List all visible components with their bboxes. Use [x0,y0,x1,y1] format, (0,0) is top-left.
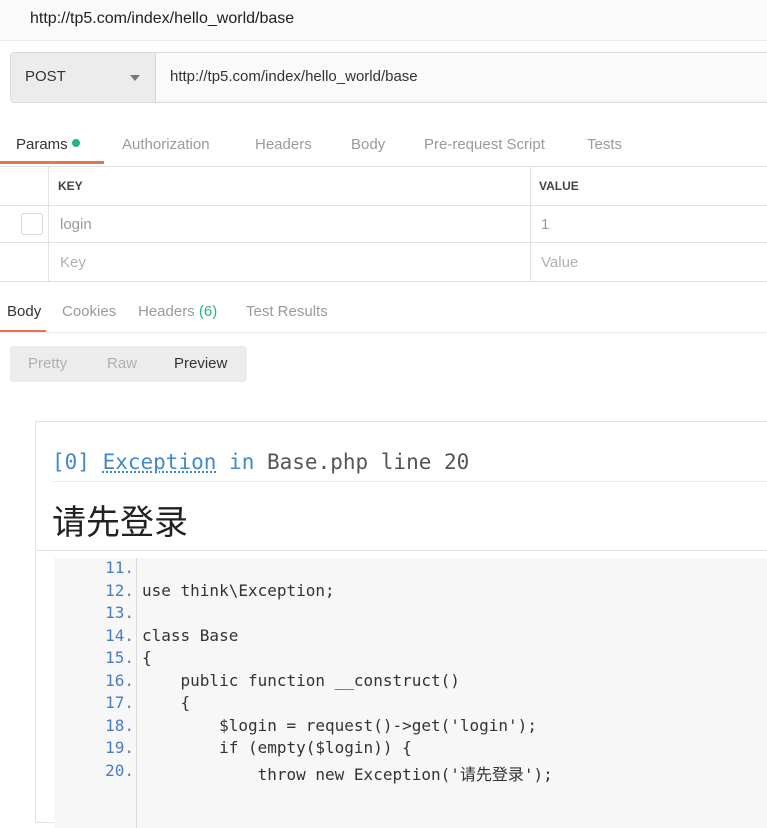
tab-response-body[interactable]: Body [7,303,41,320]
tab-headers[interactable]: Headers [255,136,312,153]
line-number: 17. [105,693,134,712]
code-line: { [142,648,152,667]
code-line: if (empty($login)) { [142,738,412,757]
column-header-value: VALUE [539,179,579,193]
exception-index: [0] [52,450,90,474]
source-code-block: 11. 12. 13. 14. 15. 16. 17. 18. 19. 20. … [54,558,767,828]
tab-title-bar: http://tp5.com/index/hello_world/base [0,0,767,41]
method-select[interactable]: POST [11,53,156,102]
tab-cookies[interactable]: Cookies [62,303,116,320]
divider [0,332,767,333]
exception-heading: [0] Exception in Base.php line 20 [52,450,469,474]
new-key-input[interactable]: Key [60,254,86,271]
exception-message: 请先登录 [52,504,188,542]
line-number: 11. [105,558,134,577]
headers-count-badge: (6) [198,303,218,320]
code-line: throw new Exception('请先登录'); [142,765,553,784]
line-number: 12. [105,581,134,600]
line-number: 20. [105,761,134,780]
line-number: 16. [105,671,134,690]
divider [48,166,49,281]
code-line: class Base [142,626,239,645]
param-value-field[interactable]: 1 [541,216,549,233]
divider [52,481,767,482]
exception-panel: [0] Exception in Base.php line 20 请先登录 1… [35,421,767,828]
request-bar: POST [10,52,767,103]
tab-test-results[interactable]: Test Results [246,303,328,320]
tab-params[interactable]: Params [16,136,80,153]
divider [0,166,767,167]
status-dot-icon [71,139,80,147]
line-number: 14. [105,626,134,645]
method-label: POST [25,68,66,85]
code-line: public function __construct() [142,671,460,690]
line-number: 13. [105,603,134,622]
url-input[interactable] [156,53,767,100]
tab-authorization[interactable]: Authorization [122,136,210,153]
code-line: use think\Exception; [142,581,335,600]
new-value-input[interactable]: Value [541,254,578,271]
request-tabs: Params Authorization Headers Body Pre-re… [0,126,767,166]
code-line: $login = request()->get('login'); [142,716,537,735]
preview-button[interactable]: Preview [174,355,227,372]
param-key-field[interactable]: login [60,216,92,233]
row-checkbox[interactable] [21,213,43,235]
divider [0,205,767,206]
line-number: 18. [105,716,134,735]
tab-tests[interactable]: Tests [587,136,622,153]
line-number: 19. [105,738,134,757]
divider [0,281,767,282]
active-tab-indicator [0,161,104,164]
raw-button[interactable]: Raw [107,355,137,372]
line-number: 15. [105,648,134,667]
divider [0,242,767,243]
divider [530,166,531,281]
code-line: { [142,693,191,712]
tab-title: http://tp5.com/index/hello_world/base [30,10,295,27]
tab-body[interactable]: Body [351,136,385,153]
pretty-button[interactable]: Pretty [28,355,67,372]
divider [36,550,767,551]
exception-class-link[interactable]: Exception [103,450,217,474]
exception-in-keyword: in [229,450,255,474]
column-header-key: KEY [58,179,83,193]
tab-response-headers[interactable]: Headers (6) [138,303,217,320]
exception-location: Base.php line 20 [267,450,470,474]
view-mode-toggle: Pretty Raw Preview [10,346,247,382]
chevron-down-icon [130,75,140,81]
tab-pre-request-script[interactable]: Pre-request Script [424,136,545,153]
